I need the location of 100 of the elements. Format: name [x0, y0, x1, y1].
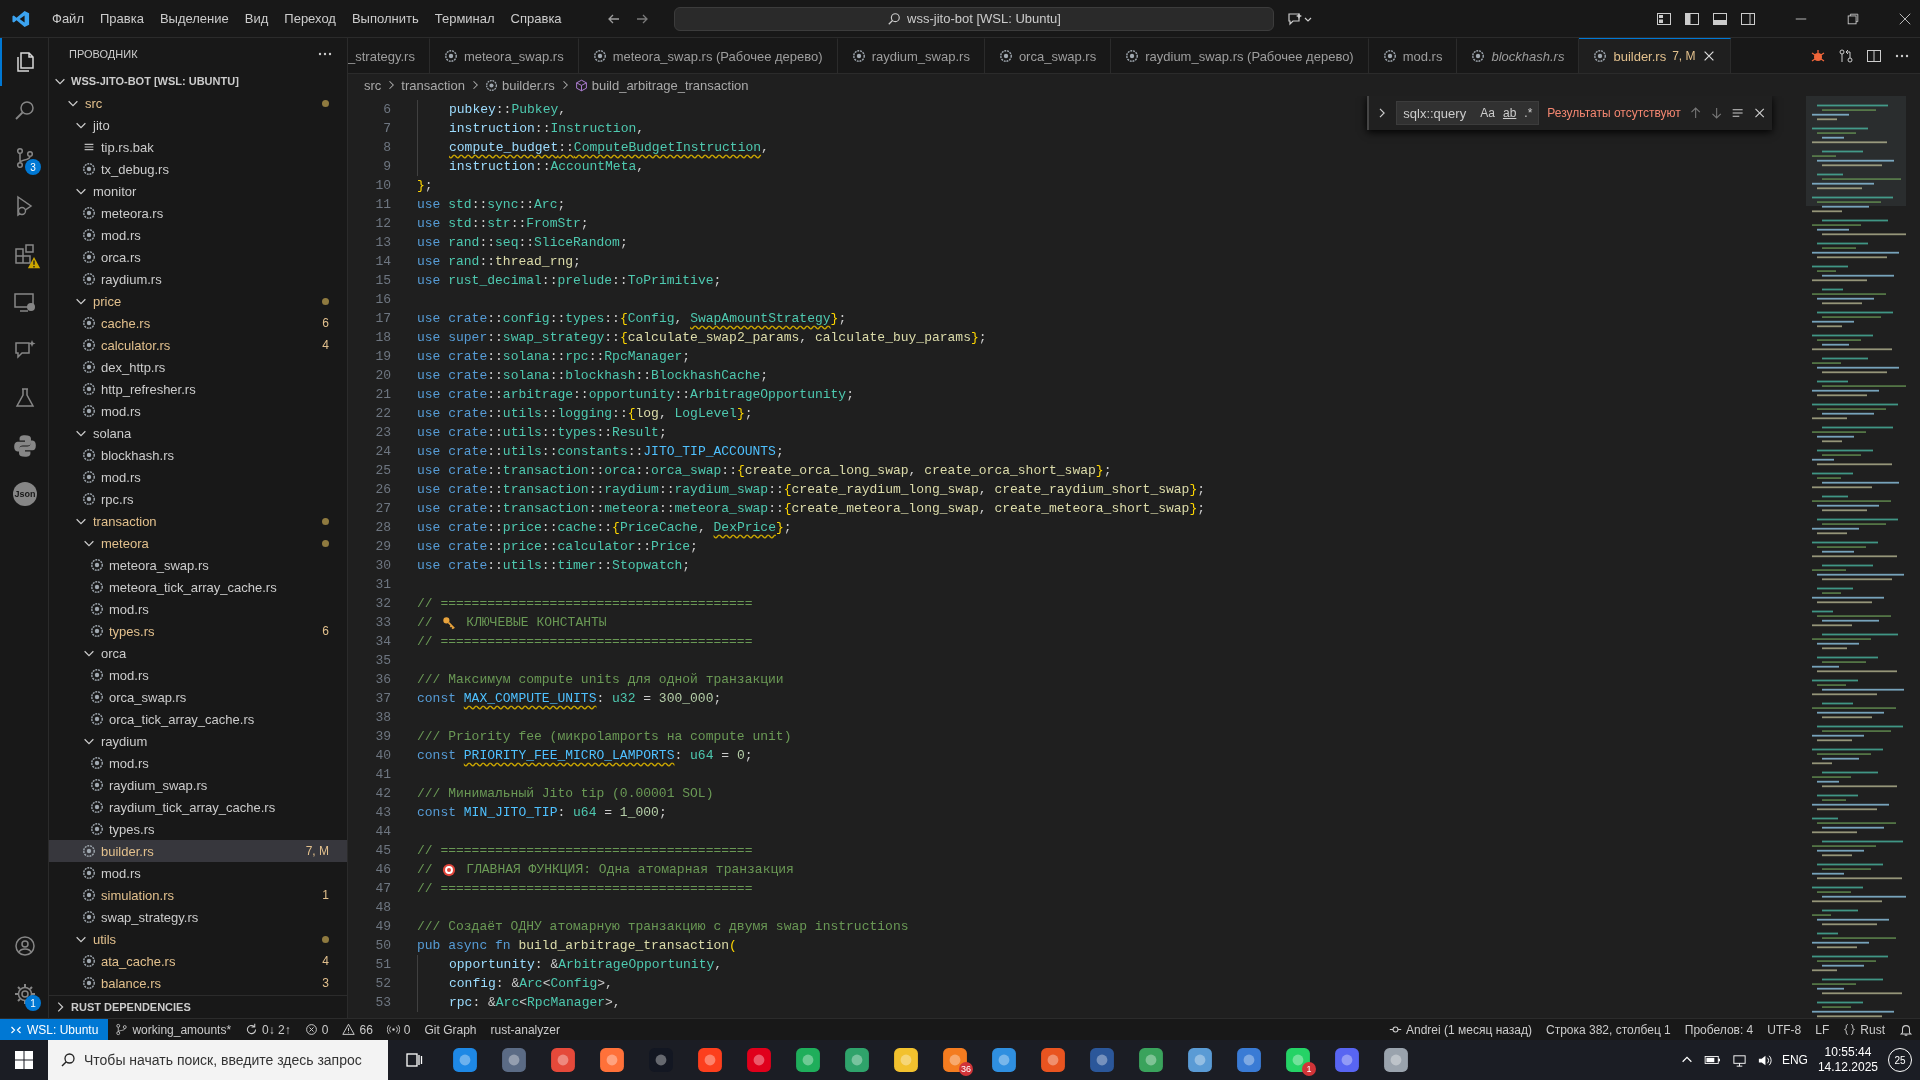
tree-item[interactable]: raydium_swap.rs	[49, 774, 347, 796]
menu-item[interactable]: Терминал	[426, 11, 503, 26]
sidebar-toggle-icon[interactable]	[1684, 10, 1700, 27]
app-tile-icon[interactable]	[1186, 1047, 1213, 1073]
tree-item[interactable]: transaction	[49, 510, 347, 532]
tree-item[interactable]: mod.rs	[49, 598, 347, 620]
chat-sparkle-icon[interactable]	[1286, 10, 1312, 27]
bug-icon[interactable]	[1810, 47, 1826, 64]
breadcrumb[interactable]: builder.rs	[484, 77, 555, 93]
tree-item[interactable]: balance.rs 3	[49, 972, 347, 994]
menu-item[interactable]: Выделение	[151, 11, 237, 26]
menu-item[interactable]: Справка	[502, 11, 570, 26]
menu-item[interactable]: Правка	[91, 11, 152, 26]
secondary-sidebar-icon[interactable]	[1740, 10, 1756, 27]
tree-item[interactable]: solana	[49, 422, 347, 444]
panel-toggle-icon[interactable]	[1712, 10, 1728, 27]
network-icon[interactable]	[1731, 1052, 1747, 1068]
tree-item[interactable]: types.rs	[49, 818, 347, 840]
command-search-field[interactable]: wss-jito-bot [WSL: Ubuntu]	[674, 6, 1274, 31]
editor-tab[interactable]: raydium_swap.rs	[837, 38, 985, 73]
app-tile-icon[interactable]	[647, 1047, 674, 1073]
editor-tab[interactable]: meteora_swap.rs (Рабочее дерево)	[578, 38, 838, 73]
taskbar-search-field[interactable]: Чтобы начать поиск, введите здесь запрос	[48, 1040, 388, 1080]
menu-item[interactable]: Вид	[236, 11, 277, 26]
app-tile-icon[interactable]	[1235, 1047, 1262, 1073]
app-tile-icon[interactable]	[745, 1047, 772, 1073]
tree-item[interactable]: orca	[49, 642, 347, 664]
find-option[interactable]: .*	[1524, 106, 1533, 120]
clock[interactable]: 10:55:44 14.12.2025	[1817, 1045, 1878, 1075]
tree-item[interactable]: raydium.rs	[49, 268, 347, 290]
app-tile-icon[interactable]	[1284, 1047, 1311, 1073]
editor-tab[interactable]: orca_swap.rs	[984, 38, 1112, 73]
breadcrumb[interactable]: transaction	[401, 77, 465, 93]
app-tile-icon[interactable]	[696, 1047, 723, 1073]
remote-indicator[interactable]: WSL: Ubuntu	[0, 1019, 109, 1040]
tree-item[interactable]: ata_cache.rs 4	[49, 950, 347, 972]
tree-item[interactable]: mod.rs	[49, 862, 347, 884]
activity-tab[interactable]: 3	[0, 134, 48, 182]
tree-item[interactable]: swap_strategy.rs	[49, 906, 347, 928]
status-item[interactable]: Строка 382, столбец 1	[1539, 1022, 1678, 1037]
close-icon[interactable]	[1898, 11, 1912, 26]
app-tile-icon[interactable]	[451, 1047, 478, 1073]
app-tile-icon[interactable]	[549, 1047, 576, 1073]
editor-tab[interactable]: builder.rs 7, M	[1579, 38, 1731, 73]
tree-item[interactable]: mod.rs	[49, 664, 347, 686]
find-field[interactable]: sqlx::query Aa ab .*	[1396, 101, 1540, 125]
up-arrow-icon[interactable]	[1688, 106, 1703, 120]
status-item[interactable]: 0↓ 2↑	[238, 1022, 298, 1037]
tree-item[interactable]: meteora_swap.rs	[49, 554, 347, 576]
tree-item[interactable]: meteora	[49, 532, 347, 554]
app-tile-icon[interactable]	[892, 1047, 919, 1073]
tree-item[interactable]: simulation.rs 1	[49, 884, 347, 906]
tree-item[interactable]: orca_swap.rs	[49, 686, 347, 708]
battery-icon[interactable]	[1703, 1053, 1722, 1067]
app-tile-icon[interactable]	[1382, 1047, 1409, 1073]
tree-item[interactable]: monitor	[49, 180, 347, 202]
layout-icon[interactable]	[1656, 10, 1672, 27]
restore-icon[interactable]	[1846, 11, 1860, 26]
menu-item[interactable]: Переход	[276, 11, 344, 26]
tree-item[interactable]: jito	[49, 114, 347, 136]
status-item[interactable]: Пробелов: 4	[1677, 1022, 1761, 1037]
editor-tab[interactable]: meteora_swap.rs	[429, 38, 579, 73]
tree-item[interactable]: meteora.rs	[49, 202, 347, 224]
tree-item[interactable]: types.rs 6	[49, 620, 347, 642]
app-tile-icon[interactable]	[794, 1047, 821, 1073]
tree-item[interactable]: dex_http.rs	[49, 356, 347, 378]
find-option[interactable]: ab	[1502, 106, 1517, 120]
status-item[interactable]: Andrei (1 месяц назад)	[1382, 1022, 1539, 1037]
tree-item[interactable]: orca_tick_array_cache.rs	[49, 708, 347, 730]
tree-item[interactable]: mod.rs	[49, 466, 347, 488]
tree-item[interactable]: calculator.rs 4	[49, 334, 347, 356]
selection-lines-icon[interactable]	[1731, 106, 1745, 120]
language-indicator[interactable]: ENG	[1781, 1053, 1808, 1067]
workspace-folder[interactable]: WSS-JITO-BOT [WSL: UBUNTU]	[49, 70, 347, 92]
tree-item[interactable]: blockhash.rs	[49, 444, 347, 466]
app-tile-icon[interactable]	[990, 1047, 1017, 1073]
editor-tab[interactable]: _strategy.rs	[348, 38, 430, 73]
tree-item[interactable]: raydium	[49, 730, 347, 752]
tree-item[interactable]: tip.rs.bak	[49, 136, 347, 158]
app-tile-icon[interactable]	[1039, 1047, 1066, 1073]
tree-item[interactable]: mod.rs	[49, 400, 347, 422]
status-item[interactable]: UTF-8	[1760, 1022, 1809, 1037]
tree-item[interactable]: price	[49, 290, 347, 312]
task-view-icon[interactable]	[404, 1050, 424, 1070]
activity-tab[interactable]: Json	[0, 470, 48, 518]
editor-tab[interactable]: mod.rs	[1368, 38, 1458, 73]
menu-item[interactable]: Выполнить	[343, 11, 427, 26]
close-icon[interactable]	[1752, 106, 1766, 120]
down-arrow-icon[interactable]	[1710, 106, 1724, 120]
status-item[interactable]: LF	[1808, 1022, 1837, 1037]
status-item[interactable]: 66	[335, 1022, 380, 1037]
find-option[interactable]: Aa	[1480, 106, 1495, 120]
status-item[interactable]: 0	[297, 1022, 336, 1037]
tree-item[interactable]: raydium_tick_array_cache.rs	[49, 796, 347, 818]
status-item[interactable]: rust-analyzer	[483, 1022, 567, 1037]
tree-item[interactable]: meteora_tick_array_cache.rs	[49, 576, 347, 598]
tree-item[interactable]: orca.rs	[49, 246, 347, 268]
app-tile-icon[interactable]	[1137, 1047, 1164, 1073]
tree-item[interactable]: rpc.rs	[49, 488, 347, 510]
tree-item[interactable]: src	[49, 92, 347, 114]
